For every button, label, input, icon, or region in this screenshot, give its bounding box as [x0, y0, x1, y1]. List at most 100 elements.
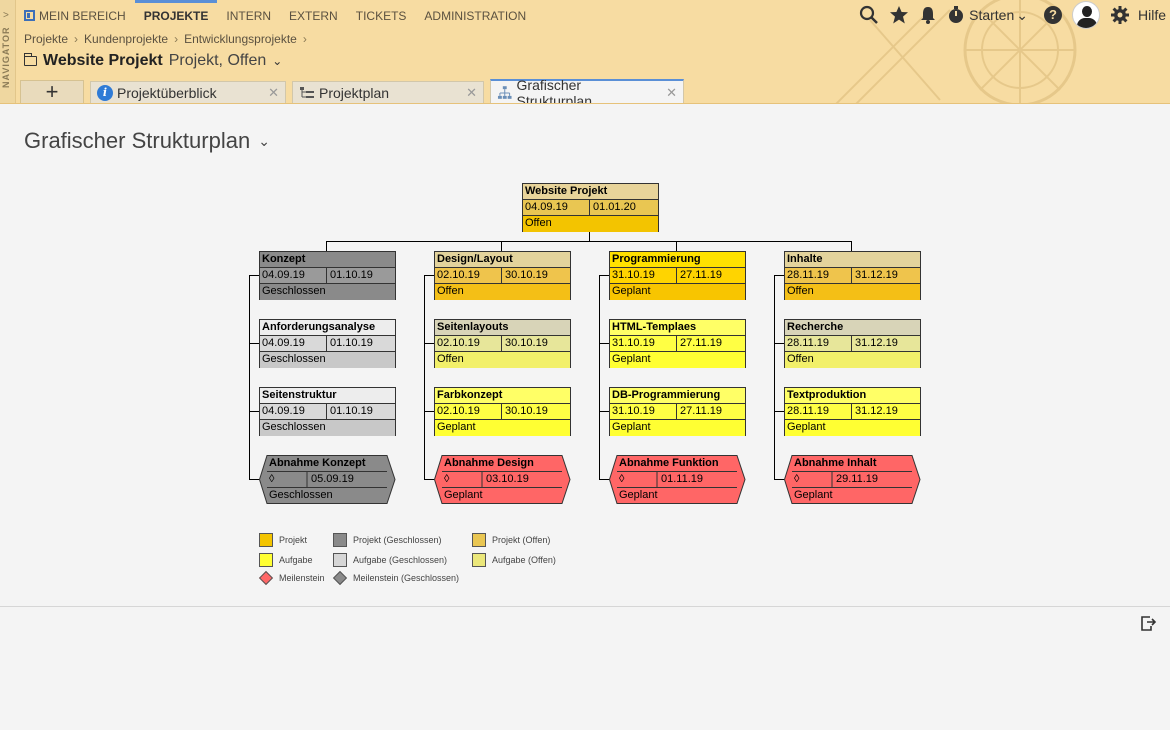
chevron-right-icon[interactable]: >	[3, 10, 9, 21]
wbs-node-project[interactable]: Konzept 04.09.19 01.10.19 Geschlossen	[259, 251, 396, 300]
starten-label: Starten	[969, 7, 1015, 23]
legend-item: Projekt	[259, 533, 307, 547]
wbs-node-project[interactable]: Programmierung 31.10.19 27.11.19 Geplant	[609, 251, 746, 300]
avatar[interactable]	[1071, 1, 1100, 29]
node-end: 27.11.19	[680, 269, 723, 281]
connector-line	[599, 343, 609, 344]
legend-label: Aufgabe (Offen)	[492, 555, 556, 565]
nav-administration[interactable]: ADMINISTRATION	[415, 0, 535, 30]
node-start: 28.11.19	[785, 268, 852, 284]
close-icon[interactable]: ✕	[656, 85, 677, 101]
node-status: Offen	[435, 284, 570, 300]
nav-mein-bereich[interactable]: MEIN BEREICH	[24, 0, 135, 30]
milestone-symbol: ◊	[794, 473, 800, 485]
wbs-node-task[interactable]: Recherche 28.11.19 31.12.19 Offen	[784, 319, 921, 368]
connector-line	[249, 275, 259, 276]
tab-grafischer-strukturplan[interactable]: Grafischer Strukturplan ✕	[490, 76, 684, 104]
add-tab-button[interactable]: +	[20, 80, 84, 103]
wbs-node-task[interactable]: Textproduktion 28.11.19 31.12.19 Geplant	[784, 387, 921, 436]
wbs-node-task[interactable]: Anforderungsanalyse 04.09.19 01.10.19 Ges…	[259, 319, 396, 368]
node-start: 02.10.19	[435, 336, 502, 352]
nav-tickets[interactable]: TICKETS	[347, 0, 416, 30]
legend-label: Meilenstein	[279, 573, 325, 583]
legend-item: Meilenstein (Geschlossen)	[332, 570, 459, 586]
legend-label: Projekt (Offen)	[492, 535, 551, 545]
wbs-node-task[interactable]: Seitenlayouts 02.10.19 30.10.19 Offen	[434, 319, 571, 368]
node-end: 31.12.19	[855, 405, 898, 417]
project-title-row[interactable]: Website Projekt Projekt, Offen ⌄	[24, 52, 282, 70]
navigator-panel[interactable]: > NAVIGATOR	[0, 0, 16, 103]
node-start: 31.10.19	[610, 336, 677, 352]
breadcrumb: Projekte › Kundenprojekte › Entwicklungspr…	[24, 32, 307, 46]
nav-intern[interactable]: INTERN	[217, 0, 280, 30]
export-icon[interactable]	[1139, 614, 1157, 632]
wbs-node-task[interactable]: DB-Programmierung 31.10.19 27.11.19 Gepla…	[609, 387, 746, 436]
node-end: 01.10.19	[330, 405, 373, 417]
project-title: Website Projekt	[43, 52, 163, 69]
chevron-down-icon[interactable]: ⌄	[272, 54, 282, 68]
close-icon[interactable]: ✕	[456, 85, 477, 101]
breadcrumb-item[interactable]: Kundenprojekte	[84, 32, 168, 46]
legend-label: Projekt (Geschlossen)	[353, 535, 442, 545]
app-header: > NAVIGATOR MEIN BEREICH PROJEKTE INTERN…	[0, 0, 1170, 104]
node-title: Farbkonzept	[435, 388, 570, 404]
nav-label: MEIN BEREICH	[39, 9, 126, 23]
structure-chart-icon	[497, 85, 512, 99]
project-subtitle: Projekt, Offen	[168, 52, 267, 69]
wbs-node-milestone[interactable]: Abnahme Konzept ◊ 05.09.19 Geschlossen	[259, 455, 396, 504]
top-navigation: MEIN BEREICH PROJEKTE INTERN EXTERN TICK…	[24, 0, 535, 30]
wbs-node-project[interactable]: Inhalte 28.11.19 31.12.19 Offen	[784, 251, 921, 300]
bell-icon[interactable]	[919, 5, 937, 25]
tab-projektueberblick[interactable]: i Projektüberblick ✕	[90, 81, 286, 103]
connector-line	[424, 275, 425, 480]
legend-item: Meilenstein	[258, 570, 325, 586]
milestone-symbol: ◊	[619, 473, 625, 485]
hilfe-link[interactable]: Hilfe	[1138, 7, 1166, 23]
wbs-node-project[interactable]: Design/Layout 02.10.19 30.10.19 Offen	[434, 251, 571, 300]
chevron-down-icon: ⌄	[1016, 6, 1028, 23]
node-end: 30.10.19	[505, 405, 548, 417]
wbs-node-milestone[interactable]: Abnahme Inhalt ◊ 29.11.19 Geplant	[784, 455, 921, 504]
chevron-down-icon[interactable]: ⌄	[258, 133, 270, 150]
node-title: Abnahme Inhalt	[794, 457, 877, 469]
node-start: 04.09.19	[523, 200, 590, 216]
wbs-node-task[interactable]: Seitenstruktur 04.09.19 01.10.19 Geschlos…	[259, 387, 396, 436]
nav-projekte[interactable]: PROJEKTE	[134, 0, 218, 30]
node-start: 28.11.19	[785, 336, 852, 352]
help-icon[interactable]: ?	[1043, 6, 1062, 24]
connector-line	[424, 343, 434, 344]
node-title: Programmierung	[610, 252, 745, 268]
search-icon[interactable]	[859, 5, 879, 25]
node-start: 31.10.19	[610, 268, 677, 284]
node-status: Geplant	[610, 352, 745, 368]
tab-label: Grafischer Strukturplan	[516, 76, 592, 104]
wbs-node-task[interactable]: Farbkonzept 02.10.19 30.10.19 Geplant	[434, 387, 571, 436]
node-title: HTML-Templaes	[610, 320, 745, 336]
page-title[interactable]: Grafischer Strukturplan ⌄	[24, 128, 270, 154]
breadcrumb-item[interactable]: Projekte	[24, 32, 68, 46]
wbs-node-milestone[interactable]: Abnahme Funktion ◊ 01.11.19 Geplant	[609, 455, 746, 504]
tab-projektplan[interactable]: Projektplan ✕	[292, 81, 484, 103]
connector-line	[424, 411, 434, 412]
node-status: Geplant	[610, 420, 745, 436]
starten-button[interactable]: Starten ⌄	[947, 5, 1028, 25]
breadcrumb-item[interactable]: Entwicklungsprojekte	[184, 32, 297, 46]
node-title: Textproduktion	[785, 388, 920, 404]
star-icon[interactable]	[889, 5, 909, 25]
nav-extern[interactable]: EXTERN	[280, 0, 347, 30]
milestone-symbol: ◊	[269, 473, 275, 485]
gear-icon[interactable]	[1110, 5, 1130, 25]
wbs-node-milestone[interactable]: Abnahme Design ◊ 03.10.19 Geplant	[434, 455, 571, 504]
folder-icon	[24, 53, 37, 66]
node-title: Abnahme Konzept	[269, 457, 366, 469]
node-title: Website Projekt	[523, 184, 658, 200]
tab-bar: + i Projektüberblick ✕ Projektplan ✕ Gra…	[16, 76, 684, 104]
connector-line	[774, 343, 784, 344]
node-status: Offen	[785, 352, 920, 368]
node-end: 27.11.19	[680, 405, 723, 417]
node-status: Offen	[435, 352, 570, 368]
wbs-node-root[interactable]: Website Projekt 04.09.19 01.01.20 Offen	[522, 183, 659, 232]
node-status: Geplant	[785, 420, 920, 436]
close-icon[interactable]: ✕	[258, 85, 279, 101]
wbs-node-task[interactable]: HTML-Templaes 31.10.19 27.11.19 Geplant	[609, 319, 746, 368]
